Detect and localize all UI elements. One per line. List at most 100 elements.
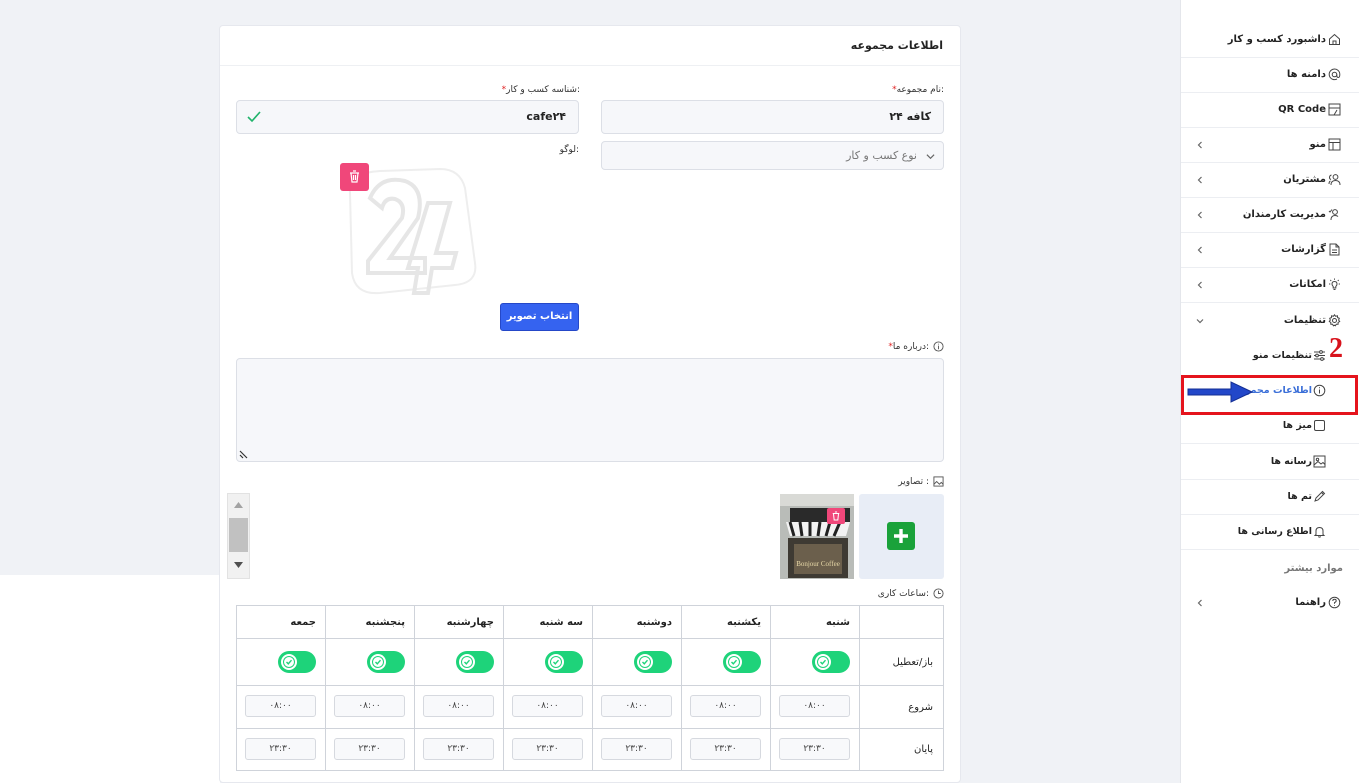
- resize-handle-icon[interactable]: [239, 449, 249, 459]
- open-toggle[interactable]: [367, 651, 405, 674]
- time-cell: ۲۳:۳۰: [681, 727, 771, 772]
- end-time-input[interactable]: ۲۳:۳۰: [690, 737, 761, 760]
- sidebar-item-notifications[interactable]: اطلاع رسانی ها: [1181, 515, 1359, 550]
- users-icon: [1328, 174, 1341, 186]
- scroll-up-icon[interactable]: [234, 502, 243, 508]
- start-time-input[interactable]: ۰۸:۰۰: [601, 695, 672, 718]
- time-cell: ۰۸:۰۰: [503, 685, 593, 729]
- help-circle-icon: [1328, 596, 1341, 609]
- open-toggle[interactable]: [812, 651, 850, 674]
- time-cell: ۰۸:۰۰: [325, 685, 415, 729]
- home-icon: [1329, 33, 1340, 45]
- day-header: سه شنبه: [503, 604, 593, 640]
- sidebar-item-domains[interactable]: دامنه ها: [1181, 58, 1359, 93]
- sidebar-item-menu[interactable]: منو: [1181, 128, 1359, 163]
- qr-code-icon: [1328, 103, 1341, 116]
- check-icon: [372, 656, 384, 669]
- sidebar-item-label: تنظیمات: [1283, 315, 1326, 326]
- sidebar-item-media[interactable]: رسانه ها: [1181, 445, 1359, 480]
- report-icon: [1329, 243, 1340, 256]
- trash-icon: [350, 170, 359, 183]
- start-label: شروع: [859, 685, 944, 729]
- start-time-input[interactable]: ۰۸:۰۰: [245, 695, 316, 718]
- image-icon: [933, 476, 944, 487]
- time-cell: ۰۸:۰۰: [770, 685, 860, 729]
- images-label: تصاویر :: [898, 476, 929, 487]
- sidebar-item-label: مشتریان: [1283, 174, 1326, 185]
- open-toggle[interactable]: [723, 651, 761, 674]
- business-id-input[interactable]: cafe۲۴: [236, 100, 579, 134]
- open-closed-label: باز/تعطیل: [859, 638, 944, 687]
- end-time-input[interactable]: ۲۳:۳۰: [423, 737, 494, 760]
- toggle-cell: [414, 638, 504, 687]
- end-time-input[interactable]: ۲۳:۳۰: [779, 737, 850, 760]
- end-time-input[interactable]: ۲۳:۳۰: [512, 737, 583, 760]
- toggle-cell: [236, 638, 326, 687]
- sidebar-item-dashboard[interactable]: داشبورد کسب و کار: [1181, 23, 1359, 58]
- end-time-input[interactable]: ۲۳:۳۰: [601, 737, 672, 760]
- svg-text:Bonjour Coffee: Bonjour Coffee: [796, 560, 840, 568]
- scroll-down-icon[interactable]: [234, 562, 243, 568]
- image-thumbnail[interactable]: Bonjour Coffee: [780, 494, 854, 579]
- sidebar-item-customers[interactable]: مشتریان: [1181, 163, 1359, 198]
- scroll-thumb[interactable]: [229, 518, 248, 552]
- business-type-select[interactable]: نوع کسب و کار: [601, 141, 944, 170]
- business-id-label: *شناسه کسب و کار:: [501, 85, 580, 95]
- time-cell: ۰۸:۰۰: [592, 685, 682, 729]
- logo-label: لوگو:: [559, 145, 579, 155]
- add-image-button[interactable]: [887, 522, 915, 550]
- sidebar-item-label: گزارشات: [1281, 244, 1326, 255]
- images-scrollbar[interactable]: [227, 493, 250, 579]
- clock-icon: [933, 588, 944, 599]
- sidebar-item-staff[interactable]: مدیریت کارمندان: [1181, 198, 1359, 233]
- open-toggle[interactable]: [545, 651, 583, 674]
- toggle-cell: [681, 638, 771, 687]
- open-toggle[interactable]: [278, 651, 316, 674]
- toggle-cell: [592, 638, 682, 687]
- square-icon: [1314, 420, 1325, 431]
- delete-logo-button[interactable]: [340, 163, 369, 191]
- name-label: *نام مجموعه:: [892, 85, 944, 95]
- chevron-left-icon: [1197, 211, 1202, 219]
- time-cell: ۲۳:۳۰: [236, 727, 326, 772]
- check-icon: [817, 656, 829, 669]
- sidebar-item-themes[interactable]: تم ها: [1181, 480, 1359, 515]
- delete-image-button[interactable]: [827, 508, 845, 524]
- chevron-down-icon: [926, 154, 935, 160]
- start-time-input[interactable]: ۰۸:۰۰: [334, 695, 405, 718]
- sidebar-item-qr-code[interactable]: QR Code: [1181, 93, 1359, 128]
- sidebar-item-help[interactable]: راهنما: [1181, 586, 1359, 621]
- end-time-input[interactable]: ۲۳:۳۰: [245, 737, 316, 760]
- sidebar-item-label: تنظیمات منو: [1252, 350, 1312, 361]
- start-time-row: شروع ۰۸:۰۰ ۰۸:۰۰ ۰۸:۰۰ ۰۸:۰۰ ۰۸:۰۰ ۰۸:۰۰…: [236, 685, 944, 729]
- bulb-icon: [1329, 278, 1340, 290]
- user-check-icon: [1328, 209, 1339, 221]
- start-time-input[interactable]: ۰۸:۰۰: [779, 695, 850, 718]
- plus-icon: [894, 529, 908, 543]
- start-time-input[interactable]: ۰۸:۰۰: [512, 695, 583, 718]
- sidebar-item-reports[interactable]: گزارشات: [1181, 233, 1359, 268]
- working-hours-label: ساعات کاری:: [877, 588, 929, 599]
- working-hours-label-row: ساعات کاری:: [878, 588, 944, 599]
- time-cell: ۲۳:۳۰: [592, 727, 682, 772]
- select-image-button[interactable]: انتخاب تصویر: [500, 303, 579, 331]
- sidebar-item-label: تم ها: [1287, 491, 1312, 502]
- end-time-input[interactable]: ۲۳:۳۰: [334, 737, 405, 760]
- gear-icon: [1328, 314, 1341, 327]
- open-toggle[interactable]: [634, 651, 672, 674]
- annotation-arrow-icon: [1187, 381, 1253, 403]
- business-id-value: cafe۲۴: [526, 110, 566, 123]
- day-header: دوشنبه: [592, 604, 682, 640]
- sidebar-item-features[interactable]: امکانات: [1181, 268, 1359, 303]
- sidebar-item-label: راهنما: [1295, 597, 1326, 608]
- time-cell: ۲۳:۳۰: [325, 727, 415, 772]
- start-time-input[interactable]: ۰۸:۰۰: [690, 695, 761, 718]
- start-time-input[interactable]: ۰۸:۰۰: [423, 695, 494, 718]
- open-toggle[interactable]: [456, 651, 494, 674]
- chevron-left-icon: [1197, 176, 1202, 184]
- add-image-tile[interactable]: [859, 494, 944, 579]
- about-textarea[interactable]: [236, 358, 944, 462]
- name-input[interactable]: کافه ۲۴: [601, 100, 944, 134]
- logo-preview: [340, 163, 480, 303]
- chevron-left-icon: [1197, 246, 1202, 254]
